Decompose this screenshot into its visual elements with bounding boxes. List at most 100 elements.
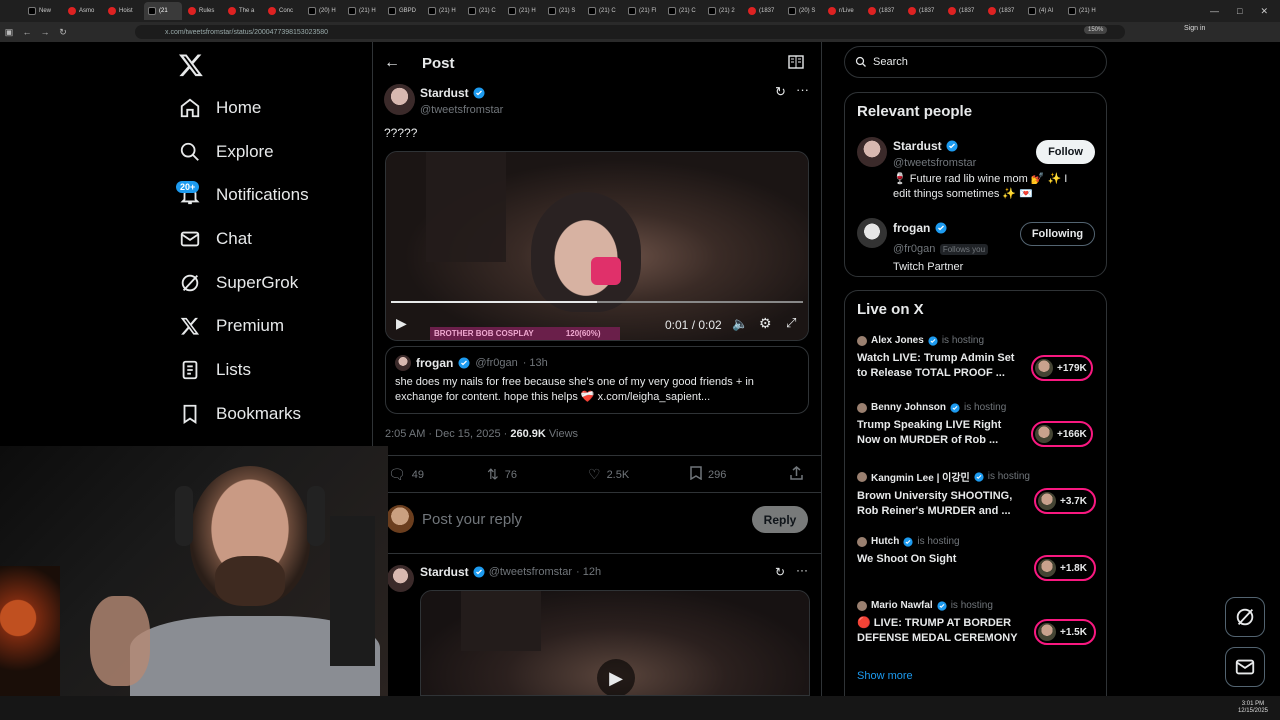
reply-author-avatar[interactable] (387, 565, 414, 592)
tab-label: Asmo (79, 8, 95, 14)
nav-chat[interactable]: Chat (178, 224, 252, 254)
reply-input[interactable]: Post your reply (422, 511, 522, 528)
back-arrow-icon[interactable]: ← (384, 54, 400, 72)
forward-icon[interactable]: → (36, 27, 54, 37)
author-avatar[interactable] (384, 84, 415, 115)
fullscreen-icon[interactable]: ⤢ (786, 315, 796, 331)
browser-tab[interactable]: (21) C (664, 2, 702, 20)
bookmark-action[interactable]: 296 (690, 466, 726, 483)
url-field[interactable]: x.com/tweetsfromstar/status/200047739815… (135, 25, 1125, 39)
close-icon[interactable]: ✕ (1260, 6, 1268, 17)
tab-label: (1837 (999, 8, 1015, 14)
streamer-beard (215, 556, 285, 606)
browser-tab[interactable]: (21 (144, 2, 182, 20)
browser-tab[interactable]: (21) H (1064, 2, 1102, 20)
share-action[interactable] (790, 466, 803, 483)
relevant-name[interactable]: Stardust (893, 139, 942, 153)
browser-tab[interactable]: (1837 (944, 2, 982, 20)
stardust-avatar[interactable] (857, 137, 887, 167)
browser-tab[interactable]: (21) C (584, 2, 622, 20)
browser-tab[interactable]: (21) H (344, 2, 382, 20)
browser-tab[interactable]: Conc (264, 2, 302, 20)
browser-tab[interactable]: (20) S (784, 2, 822, 20)
browser-tab[interactable]: (1837 (904, 2, 942, 20)
following-button[interactable]: Following (1020, 222, 1095, 246)
browser-tab[interactable]: (21) Fl (624, 2, 662, 20)
relevant-name[interactable]: frogan (893, 221, 930, 235)
post-video[interactable]: BROTHER BOB COSPLAY 120(60%) ▶ 0:01 / 0:… (385, 151, 809, 341)
nav-supergrok[interactable]: SuperGrok (178, 268, 298, 298)
nav-home[interactable]: Home (178, 93, 261, 123)
browser-tab[interactable]: New (24, 2, 62, 20)
browser-tab[interactable]: (20) H (304, 2, 342, 20)
messages-fab[interactable] (1225, 647, 1265, 687)
play-icon[interactable]: ▶ (396, 315, 407, 332)
browser-tab[interactable]: (21) S (544, 2, 582, 20)
minimize-icon[interactable]: — (1210, 6, 1219, 16)
browser-tab[interactable]: Rules (184, 2, 222, 20)
grok-analyze-icon[interactable]: ↻ (775, 565, 785, 579)
browser-tab[interactable]: (1837 (864, 2, 902, 20)
quoted-post[interactable]: frogan @fr0gan · 13h she does my nails f… (385, 346, 809, 414)
reply-button[interactable]: Reply (752, 506, 808, 533)
nav-premium[interactable]: Premium (178, 311, 284, 341)
author-handle[interactable]: @tweetsfromstar (420, 104, 503, 116)
browser-tab[interactable]: Asmo (64, 2, 102, 20)
browser-tab[interactable]: GBPD (384, 2, 422, 20)
browser-tab[interactable]: (21) C (464, 2, 502, 20)
sidebar-toggle-icon[interactable]: ▣ (0, 27, 18, 38)
repost-action[interactable]: ⇅ 76 (487, 466, 517, 483)
tab-favicon-icon (548, 7, 556, 15)
browser-tab[interactable]: (21) 2 (704, 2, 742, 20)
zoom-badge[interactable]: 150% (1084, 26, 1108, 34)
reply-video[interactable]: ▶ (420, 590, 810, 696)
live-listener-pill[interactable]: +1.8K (1034, 555, 1096, 581)
maximize-icon[interactable]: □ (1237, 6, 1242, 16)
relevant-handle[interactable]: @fr0gan (893, 243, 935, 255)
more-options-icon[interactable]: ··· (796, 563, 808, 577)
browser-tab[interactable]: r/Live (824, 2, 862, 20)
author-name[interactable]: Stardust (420, 86, 469, 100)
search-box[interactable]: Search (844, 46, 1107, 78)
reader-mode-icon[interactable] (788, 55, 804, 74)
play-icon[interactable]: ▶ (597, 659, 635, 695)
browser-tab[interactable]: (21) H (424, 2, 462, 20)
browser-tab[interactable]: The a (224, 2, 262, 20)
nav-explore[interactable]: Explore (178, 137, 274, 167)
follow-button[interactable]: Follow (1036, 140, 1095, 164)
more-options-icon[interactable]: ··· (796, 82, 809, 97)
live-listener-pill[interactable]: +3.7K (1034, 488, 1096, 514)
nav-bookmarks[interactable]: Bookmarks (178, 399, 301, 429)
tab-favicon-icon (68, 7, 76, 15)
bookmark-icon (690, 466, 702, 483)
frogan-avatar[interactable] (857, 218, 887, 248)
live-listener-pill[interactable]: +179K (1031, 355, 1093, 381)
settings-icon[interactable]: ⚙ (759, 315, 772, 332)
browser-tab[interactable]: (1837 (744, 2, 782, 20)
live-listener-pill[interactable]: +166K (1031, 421, 1093, 447)
show-more-link[interactable]: Show more (857, 670, 913, 682)
reload-icon[interactable]: ↻ (54, 27, 72, 38)
video-time: 0:01 / 0:02 (665, 318, 722, 332)
live-listener-pill[interactable]: +1.5K (1034, 619, 1096, 645)
back-icon[interactable]: ← (18, 27, 36, 37)
nav-home-label: Home (216, 98, 262, 117)
post-header: ← Post (384, 50, 810, 76)
verified-badge-icon (473, 87, 485, 99)
nav-lists[interactable]: Lists (178, 355, 251, 385)
sign-in-button[interactable]: Sign in (1184, 25, 1205, 32)
grok-analyze-icon[interactable]: ↻ (775, 84, 786, 100)
reply-author-name[interactable]: Stardust (420, 565, 469, 579)
browser-tab[interactable]: (1837 (984, 2, 1022, 20)
reply-author-handle[interactable]: @tweetsfromstar (489, 566, 572, 578)
tab-label: (20) S (799, 8, 816, 14)
volume-icon[interactable]: 🔈 (732, 316, 748, 332)
grok-fab[interactable] (1225, 597, 1265, 637)
browser-tab[interactable]: (4) Al (1024, 2, 1062, 20)
browser-tab[interactable]: Hoist (104, 2, 142, 20)
like-action[interactable]: ♡ 2.5K (588, 466, 629, 483)
reply-action[interactable]: 🗨 49 (388, 466, 424, 483)
verified-badge-icon (458, 357, 470, 369)
x-logo-icon[interactable] (178, 52, 204, 78)
browser-tab[interactable]: (21) H (504, 2, 542, 20)
